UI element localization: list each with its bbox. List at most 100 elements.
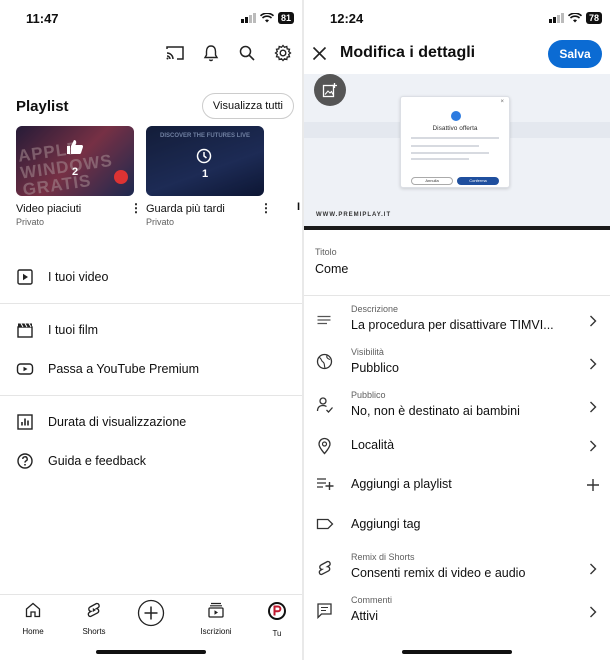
battery-badge: 81 — [277, 12, 294, 24]
battery-badge: 78 — [585, 12, 602, 24]
avatar-icon — [268, 602, 286, 620]
playlist-title-liked[interactable]: Video piaciuti — [16, 203, 81, 215]
image-add-icon — [322, 83, 337, 98]
gear-icon[interactable] — [272, 42, 294, 64]
row-value: Pubblico — [351, 361, 399, 375]
title-label: Titolo — [315, 247, 337, 257]
visibility-row[interactable]: Visibilità Pubblico — [304, 344, 610, 384]
divider — [304, 295, 610, 296]
library-screen: 11:47 81 Playlist Visualizza tutti APPLE… — [0, 0, 302, 660]
youtube-icon — [16, 363, 34, 375]
playlist-privacy-liked: Privato — [16, 217, 45, 227]
comment-icon — [317, 603, 332, 619]
home-icon — [25, 602, 41, 618]
change-thumbnail-button[interactable] — [314, 74, 346, 106]
menu-watch-time[interactable]: Durata di visualizzazione — [0, 404, 302, 440]
bell-icon[interactable] — [200, 42, 222, 64]
dialog-close-icon: × — [500, 99, 504, 105]
menu-label: I tuoi video — [48, 270, 109, 284]
row-label: Commenti — [351, 595, 393, 605]
row-value: Aggiungi tag — [351, 517, 421, 531]
nav-subscriptions[interactable]: Iscrizioni — [193, 601, 239, 636]
playlist-thumbnail-watch-later[interactable]: DISCOVER THE FUTURES LIVE 1 — [146, 126, 264, 196]
signal-icon — [240, 13, 256, 23]
close-icon[interactable] — [312, 46, 327, 61]
nav-home[interactable]: Home — [10, 601, 56, 636]
title-input[interactable]: Come — [315, 262, 348, 276]
playlist-heading: Playlist — [16, 98, 69, 115]
playlist-privacy-watch-later: Privato — [146, 217, 175, 227]
plus-icon[interactable] — [586, 478, 600, 492]
chart-icon — [17, 414, 33, 430]
add-tag-row[interactable]: Aggiungi tag — [304, 507, 610, 543]
menu-your-videos[interactable]: I tuoi video — [0, 259, 302, 295]
bottom-navigation: Home Shorts Iscrizioni Tu — [0, 594, 302, 660]
chevron-right-icon — [590, 606, 597, 618]
info-icon — [451, 111, 461, 121]
signal-icon — [548, 13, 564, 23]
playlist-thumbnail-liked[interactable]: APPLE WINDOWS GRATIS 2 — [16, 126, 134, 196]
next-card-peek: I — [297, 201, 301, 213]
dialog-cancel-button: Annulla — [411, 177, 453, 185]
menu-label: Guida e feedback — [48, 454, 146, 468]
clock-icon — [196, 148, 212, 164]
subscriptions-icon — [208, 602, 224, 618]
description-row[interactable]: Descrizione La procedura per disattivare… — [304, 301, 610, 341]
wifi-icon — [259, 13, 274, 23]
help-icon — [17, 453, 33, 469]
play-square-icon — [17, 269, 33, 285]
row-value: La procedura per disattivare TIMVI... — [351, 318, 554, 332]
row-value: Aggiungi a playlist — [351, 477, 452, 491]
shorts-icon — [87, 602, 100, 618]
nav-label: Tu — [272, 629, 282, 638]
search-icon[interactable] — [236, 42, 258, 64]
tag-icon — [316, 518, 334, 530]
menu-label: Durata di visualizzazione — [48, 415, 187, 429]
row-label: Visibilità — [351, 347, 384, 357]
save-button[interactable]: Salva — [548, 40, 602, 68]
location-row[interactable]: Località — [304, 428, 610, 464]
clapper-icon — [17, 323, 33, 338]
menu-help[interactable]: Guida e feedback — [0, 443, 302, 479]
audience-row[interactable]: Pubblico No, non è destinato ai bambini — [304, 387, 610, 427]
divider — [0, 395, 302, 396]
more-options-icon[interactable]: ⋮ — [260, 201, 272, 215]
comments-row[interactable]: Commenti Attivi — [304, 592, 610, 632]
globe-icon — [316, 353, 333, 370]
shorts-remix-row[interactable]: Remix di Shorts Consenti remix di video … — [304, 549, 610, 589]
menu-your-movies[interactable]: I tuoi film — [0, 312, 302, 348]
cast-icon[interactable] — [164, 42, 186, 64]
wifi-icon — [567, 13, 582, 23]
preview-dialog: × Disattivo offerta Annulla Conferma — [400, 96, 510, 188]
row-label: Remix di Shorts — [351, 552, 415, 562]
video-preview[interactable]: × Disattivo offerta Annulla Conferma WWW… — [304, 74, 610, 230]
row-value: Consenti remix di video e audio — [351, 566, 526, 580]
nav-label: Home — [22, 627, 44, 636]
divider — [0, 303, 302, 304]
add-to-playlist-row[interactable]: Aggiungi a playlist — [304, 467, 610, 503]
chevron-right-icon — [590, 440, 597, 452]
shorts-remix-icon — [318, 560, 331, 576]
view-all-button[interactable]: Visualizza tutti — [201, 93, 294, 119]
page-title: Modifica i dettagli — [340, 44, 476, 61]
location-icon — [318, 437, 331, 455]
chevron-right-icon — [590, 358, 597, 370]
watermark: WWW.PREMIPLAY.IT — [316, 212, 392, 218]
nav-create[interactable] — [128, 599, 174, 632]
status-time: 12:24 — [330, 11, 364, 26]
nav-you[interactable]: Tu — [254, 601, 300, 638]
dialog-title: Disattivo offerta — [432, 125, 478, 132]
playlist-count: 1 — [201, 168, 209, 180]
playlist-title-watch-later[interactable]: Guarda più tardi — [146, 203, 225, 215]
row-value: No, non è destinato ai bambini — [351, 404, 520, 418]
nav-shorts[interactable]: Shorts — [71, 601, 117, 636]
audience-icon — [316, 397, 333, 413]
more-options-icon[interactable]: ⋮ — [130, 201, 142, 215]
home-indicator — [402, 650, 512, 654]
nav-label: Iscrizioni — [200, 627, 232, 636]
menu-youtube-premium[interactable]: Passa a YouTube Premium — [0, 351, 302, 387]
row-label: Descrizione — [351, 304, 399, 314]
nav-label: Shorts — [82, 627, 106, 636]
description-icon — [317, 315, 331, 325]
thumbs-up-icon — [67, 140, 84, 154]
